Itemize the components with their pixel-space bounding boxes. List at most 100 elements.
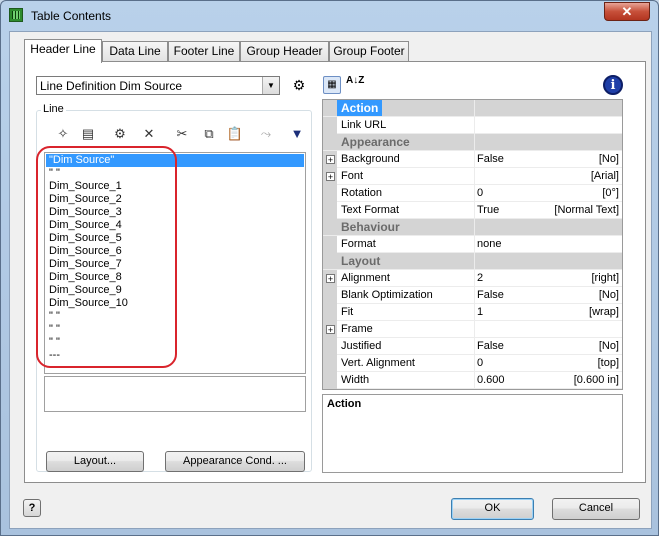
tab-panel: Line Definition Dim Source ▼ ⚙ Line ✧ ▤ ⚙ ✕… bbox=[24, 61, 646, 483]
category-label: Layout bbox=[341, 254, 381, 268]
chevron-down-icon[interactable]: ▼ bbox=[262, 77, 279, 94]
new-line-icon[interactable]: ✧ bbox=[54, 125, 72, 143]
property-value[interactable]: 0.600 bbox=[477, 374, 505, 386]
ok-button[interactable]: OK bbox=[451, 498, 534, 520]
property-category[interactable]: Behaviour bbox=[323, 219, 622, 236]
property-name-label: Blank Optimization bbox=[341, 289, 433, 301]
property-name-label: Vert. Alignment bbox=[341, 357, 415, 369]
insert-line-icon[interactable]: ▤ bbox=[79, 125, 97, 143]
row-gutter bbox=[323, 236, 337, 253]
properties-icon[interactable]: ⚙ bbox=[111, 125, 129, 143]
copy-icon[interactable]: ⧉ bbox=[200, 125, 218, 143]
property-name: Format bbox=[337, 236, 475, 252]
property-category[interactable]: Layout bbox=[323, 253, 622, 270]
property-unit: [0.600 in] bbox=[573, 374, 619, 386]
expand-icon[interactable]: + bbox=[326, 155, 335, 165]
dialog-client: Header Line Data Line Footer Line Group Hea… bbox=[9, 31, 652, 529]
property-unit: [wrap] bbox=[589, 306, 619, 318]
layout-button[interactable]: Layout... bbox=[46, 451, 144, 472]
property-name: Background bbox=[337, 151, 475, 167]
property-row[interactable]: + Alignment 2 [right] bbox=[323, 270, 622, 287]
property-name: Frame bbox=[337, 321, 475, 337]
paste-icon[interactable]: 📋 bbox=[226, 125, 244, 143]
info-icon[interactable]: i bbox=[603, 75, 623, 95]
property-row[interactable]: Justified False [No] bbox=[323, 338, 622, 355]
line-definition-select[interactable]: Line Definition Dim Source ▼ bbox=[36, 76, 280, 95]
appearance-condition-button[interactable]: Appearance Cond. ... bbox=[165, 451, 305, 472]
property-name: Alignment bbox=[337, 270, 475, 286]
property-row[interactable]: Vert. Alignment 0 [top] bbox=[323, 355, 622, 372]
property-unit: [No] bbox=[598, 289, 619, 301]
expand-icon[interactable]: + bbox=[326, 325, 335, 335]
row-gutter: + bbox=[323, 321, 337, 338]
property-name: Blank Optimization bbox=[337, 287, 475, 303]
property-name: Fit bbox=[337, 304, 475, 320]
sort-alphabetical-icon[interactable]: A↓Z bbox=[346, 76, 364, 94]
categorized-view-icon[interactable]: ▦ bbox=[323, 76, 341, 94]
property-value[interactable]: False bbox=[477, 340, 504, 352]
tab-data-line[interactable]: Data Line bbox=[102, 41, 168, 61]
property-name-label: Font bbox=[341, 170, 364, 182]
property-value[interactable]: 1 bbox=[477, 306, 483, 318]
property-name-label: Fit bbox=[341, 306, 354, 318]
expand-icon[interactable]: + bbox=[326, 172, 335, 182]
property-unit: [0°] bbox=[602, 187, 619, 199]
close-button[interactable]: ✕ bbox=[604, 2, 650, 21]
property-row[interactable]: Rotation 0 [0°] bbox=[323, 185, 622, 202]
property-name: Justified bbox=[337, 338, 475, 354]
property-row[interactable]: + Background False [No] bbox=[323, 151, 622, 168]
row-gutter: + bbox=[323, 168, 337, 185]
window-title: Table Contents bbox=[31, 9, 112, 23]
tab-footer-line[interactable]: Footer Line bbox=[168, 41, 240, 61]
property-value[interactable]: 0 bbox=[477, 187, 483, 199]
property-value[interactable]: True bbox=[477, 204, 499, 216]
cancel-button[interactable]: Cancel bbox=[552, 498, 640, 520]
row-gutter bbox=[323, 185, 337, 202]
property-row[interactable]: Fit 1 [wrap] bbox=[323, 304, 622, 321]
property-value[interactable]: False bbox=[477, 153, 504, 165]
expand-icon[interactable]: + bbox=[326, 274, 335, 284]
property-value[interactable]: False bbox=[477, 289, 504, 301]
property-name-label: Alignment bbox=[341, 272, 390, 284]
move-down-icon[interactable]: ▼ bbox=[288, 125, 306, 143]
property-name: Rotation bbox=[337, 185, 475, 201]
property-row[interactable]: Format none bbox=[323, 236, 622, 253]
property-row[interactable]: Link URL bbox=[323, 117, 622, 134]
edit-properties-icon[interactable]: ⚙ bbox=[290, 77, 308, 93]
property-value[interactable]: 2 bbox=[477, 272, 483, 284]
row-gutter bbox=[323, 287, 337, 304]
property-row[interactable]: + Frame bbox=[323, 321, 622, 338]
row-gutter bbox=[323, 355, 337, 372]
tab-header-line[interactable]: Header Line bbox=[24, 39, 102, 63]
cut-icon[interactable]: ✂ bbox=[173, 125, 191, 143]
category-label: Action bbox=[337, 100, 383, 116]
column-divider[interactable] bbox=[474, 100, 475, 389]
property-row[interactable]: Text Format True [Normal Text] bbox=[323, 202, 622, 219]
line-expression-field[interactable] bbox=[44, 376, 306, 412]
line-group-legend: Line bbox=[41, 103, 66, 115]
row-gutter bbox=[323, 372, 337, 389]
property-value[interactable]: 0 bbox=[477, 357, 483, 369]
property-name-label: Justified bbox=[341, 340, 382, 352]
row-gutter bbox=[323, 202, 337, 219]
title-bar[interactable]: Table Contents ✕ bbox=[1, 1, 659, 31]
disabled-icon[interactable]: ⤳ bbox=[257, 125, 275, 143]
annotation-highlight bbox=[36, 146, 177, 368]
line-definition-value: Line Definition Dim Source bbox=[40, 79, 183, 93]
tab-group-header[interactable]: Group Header bbox=[240, 41, 329, 61]
property-row[interactable]: Blank Optimization False [No] bbox=[323, 287, 622, 304]
description-title: Action bbox=[327, 398, 362, 410]
tab-group-footer[interactable]: Group Footer bbox=[329, 41, 409, 61]
property-row[interactable]: + Font [Arial] bbox=[323, 168, 622, 185]
property-unit: [top] bbox=[597, 357, 619, 369]
property-name: Link URL bbox=[337, 117, 475, 133]
row-gutter bbox=[323, 117, 337, 134]
category-label: Appearance bbox=[341, 135, 410, 149]
property-unit: [No] bbox=[598, 340, 619, 352]
delete-icon[interactable]: ✕ bbox=[140, 125, 158, 143]
property-category[interactable]: Appearance bbox=[323, 134, 622, 151]
property-category[interactable]: Action bbox=[323, 100, 622, 117]
property-value[interactable]: none bbox=[477, 238, 501, 250]
help-button[interactable]: ? bbox=[23, 499, 41, 517]
property-row[interactable]: Width 0.600 [0.600 in] bbox=[323, 372, 622, 389]
